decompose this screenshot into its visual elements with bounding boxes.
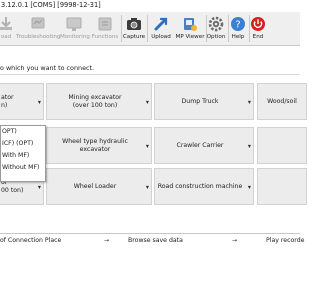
dropdown-arrow-icon: ▼ <box>247 184 251 189</box>
connection-place-link[interactable]: of Connection Place <box>0 237 61 244</box>
monitoring-icon <box>66 17 82 31</box>
functions-icon <box>98 17 112 31</box>
toolbar-functions-button[interactable]: Functions <box>90 12 120 45</box>
toolbar-download-label: oad <box>0 34 12 40</box>
download-icon <box>0 17 12 30</box>
tile-label: Mining excavator <box>68 93 122 101</box>
tile-sublabel: 00 ton) <box>1 186 24 194</box>
dropdown-option[interactable]: ICF) (OPT) <box>2 140 33 147</box>
tile-label: Road construction machine <box>157 182 243 190</box>
dropdown-arrow-icon: ▼ <box>37 99 41 104</box>
tile-label: Wheel type hydraulic excavator <box>62 137 128 153</box>
dropdown-arrow-icon: ▼ <box>145 184 149 189</box>
connect-instruction: o which you want to connect. <box>0 64 95 72</box>
dropdown-arrow-icon: ▼ <box>145 99 149 104</box>
tile-sublabel: n) <box>1 101 8 109</box>
toolbar-download-button[interactable]: oad <box>0 12 16 45</box>
power-icon <box>251 17 265 31</box>
dropdown-option[interactable]: Without MF) <box>2 164 39 171</box>
toolbar-upload-label: Upload <box>151 34 171 40</box>
dropdown-arrow-icon: ▼ <box>247 143 251 148</box>
tile-label: Crawler Carrier <box>176 141 224 149</box>
toolbar-troubleshooting-button[interactable]: Troubleshooting <box>16 12 60 45</box>
toolbar-option-button[interactable]: Option <box>206 12 226 45</box>
camera-icon <box>127 18 141 30</box>
tile-sublabel: (over 100 ton) <box>72 101 118 109</box>
toolbar-monitoring-button[interactable]: Monitoring <box>60 12 90 45</box>
toolbar-mp-viewer-button[interactable]: MP Viewer <box>175 12 205 45</box>
toolbar-capture-button[interactable]: Capture <box>122 12 146 45</box>
machine-tile-mining-excavator[interactable]: Mining excavator (over 100 ton) ▼ <box>46 83 152 120</box>
dropdown-arrow-icon: ▼ <box>145 143 149 148</box>
machine-tile-empty <box>257 168 307 205</box>
tile-label: Dump Truck <box>181 97 219 105</box>
toolbar-upload-button[interactable]: Upload <box>149 12 173 45</box>
dropdown-option[interactable]: OPT) <box>2 128 17 135</box>
machine-tile-excavator[interactable]: ator n) ▼ <box>0 83 44 120</box>
svg-text:?: ? <box>235 20 240 31</box>
help-icon: ? <box>231 17 245 31</box>
machine-tile-empty <box>257 127 307 164</box>
machine-tile-wood-soil[interactable]: Wood/soil <box>257 83 307 120</box>
toolbar: oad Troubleshooting Monitoring Functions <box>0 12 300 46</box>
toolbar-monitoring-label: Monitoring <box>60 34 90 40</box>
troubleshooting-icon <box>31 17 45 29</box>
machine-variant-dropdown-list: OPT) ICF) (OPT) With MF) Without MF) <box>0 125 46 182</box>
divider <box>0 233 300 234</box>
mp-viewer-icon <box>184 18 197 31</box>
toolbar-capture-label: Capture <box>122 34 146 40</box>
toolbar-help-label: Help <box>231 34 245 40</box>
play-recorded-link[interactable]: Play recorde <box>266 237 304 244</box>
dropdown-arrow-icon: ▼ <box>247 99 251 104</box>
window-title: 3.12.0.1 [COMS] [9998-12-31] <box>1 1 101 9</box>
toolbar-functions-label: Functions <box>91 34 119 40</box>
toolbar-option-label: Option <box>206 34 226 40</box>
tile-label: Wheel Loader <box>73 182 117 190</box>
machine-tile-wheel-hydraulic-excavator[interactable]: Wheel type hydraulic excavator ▼ <box>46 127 152 164</box>
divider <box>0 74 300 75</box>
machine-tile-crawler-carrier[interactable]: Crawler Carrier ▼ <box>154 127 254 164</box>
option-gear-icon <box>208 16 224 32</box>
upload-icon <box>154 17 168 31</box>
toolbar-mp-viewer-label: MP Viewer <box>175 34 205 40</box>
browse-save-data-link[interactable]: Browse save data <box>128 237 183 244</box>
window-titlebar: 3.12.0.1 [COMS] [9998-12-31] <box>0 0 300 12</box>
machine-tile-road-construction-machine[interactable]: Road construction machine ▼ <box>154 168 254 205</box>
tile-label: Wood/soil <box>267 97 297 105</box>
toolbar-help-button[interactable]: ? Help <box>228 12 248 45</box>
toolbar-separator <box>147 15 148 42</box>
arrow-right-icon: → <box>104 237 110 244</box>
machine-tile-dump-truck[interactable]: Dump Truck ▼ <box>154 83 254 120</box>
arrow-right-icon: → <box>232 237 238 244</box>
dropdown-arrow-icon: ▼ <box>37 184 41 189</box>
machine-tile-wheel-loader[interactable]: Wheel Loader ▼ <box>46 168 152 205</box>
toolbar-troubleshooting-label: Troubleshooting <box>16 34 61 40</box>
toolbar-end-button[interactable]: End <box>249 12 267 45</box>
toolbar-end-label: End <box>252 34 264 40</box>
dropdown-option[interactable]: With MF) <box>2 152 29 159</box>
tile-label: ator <box>1 93 14 101</box>
